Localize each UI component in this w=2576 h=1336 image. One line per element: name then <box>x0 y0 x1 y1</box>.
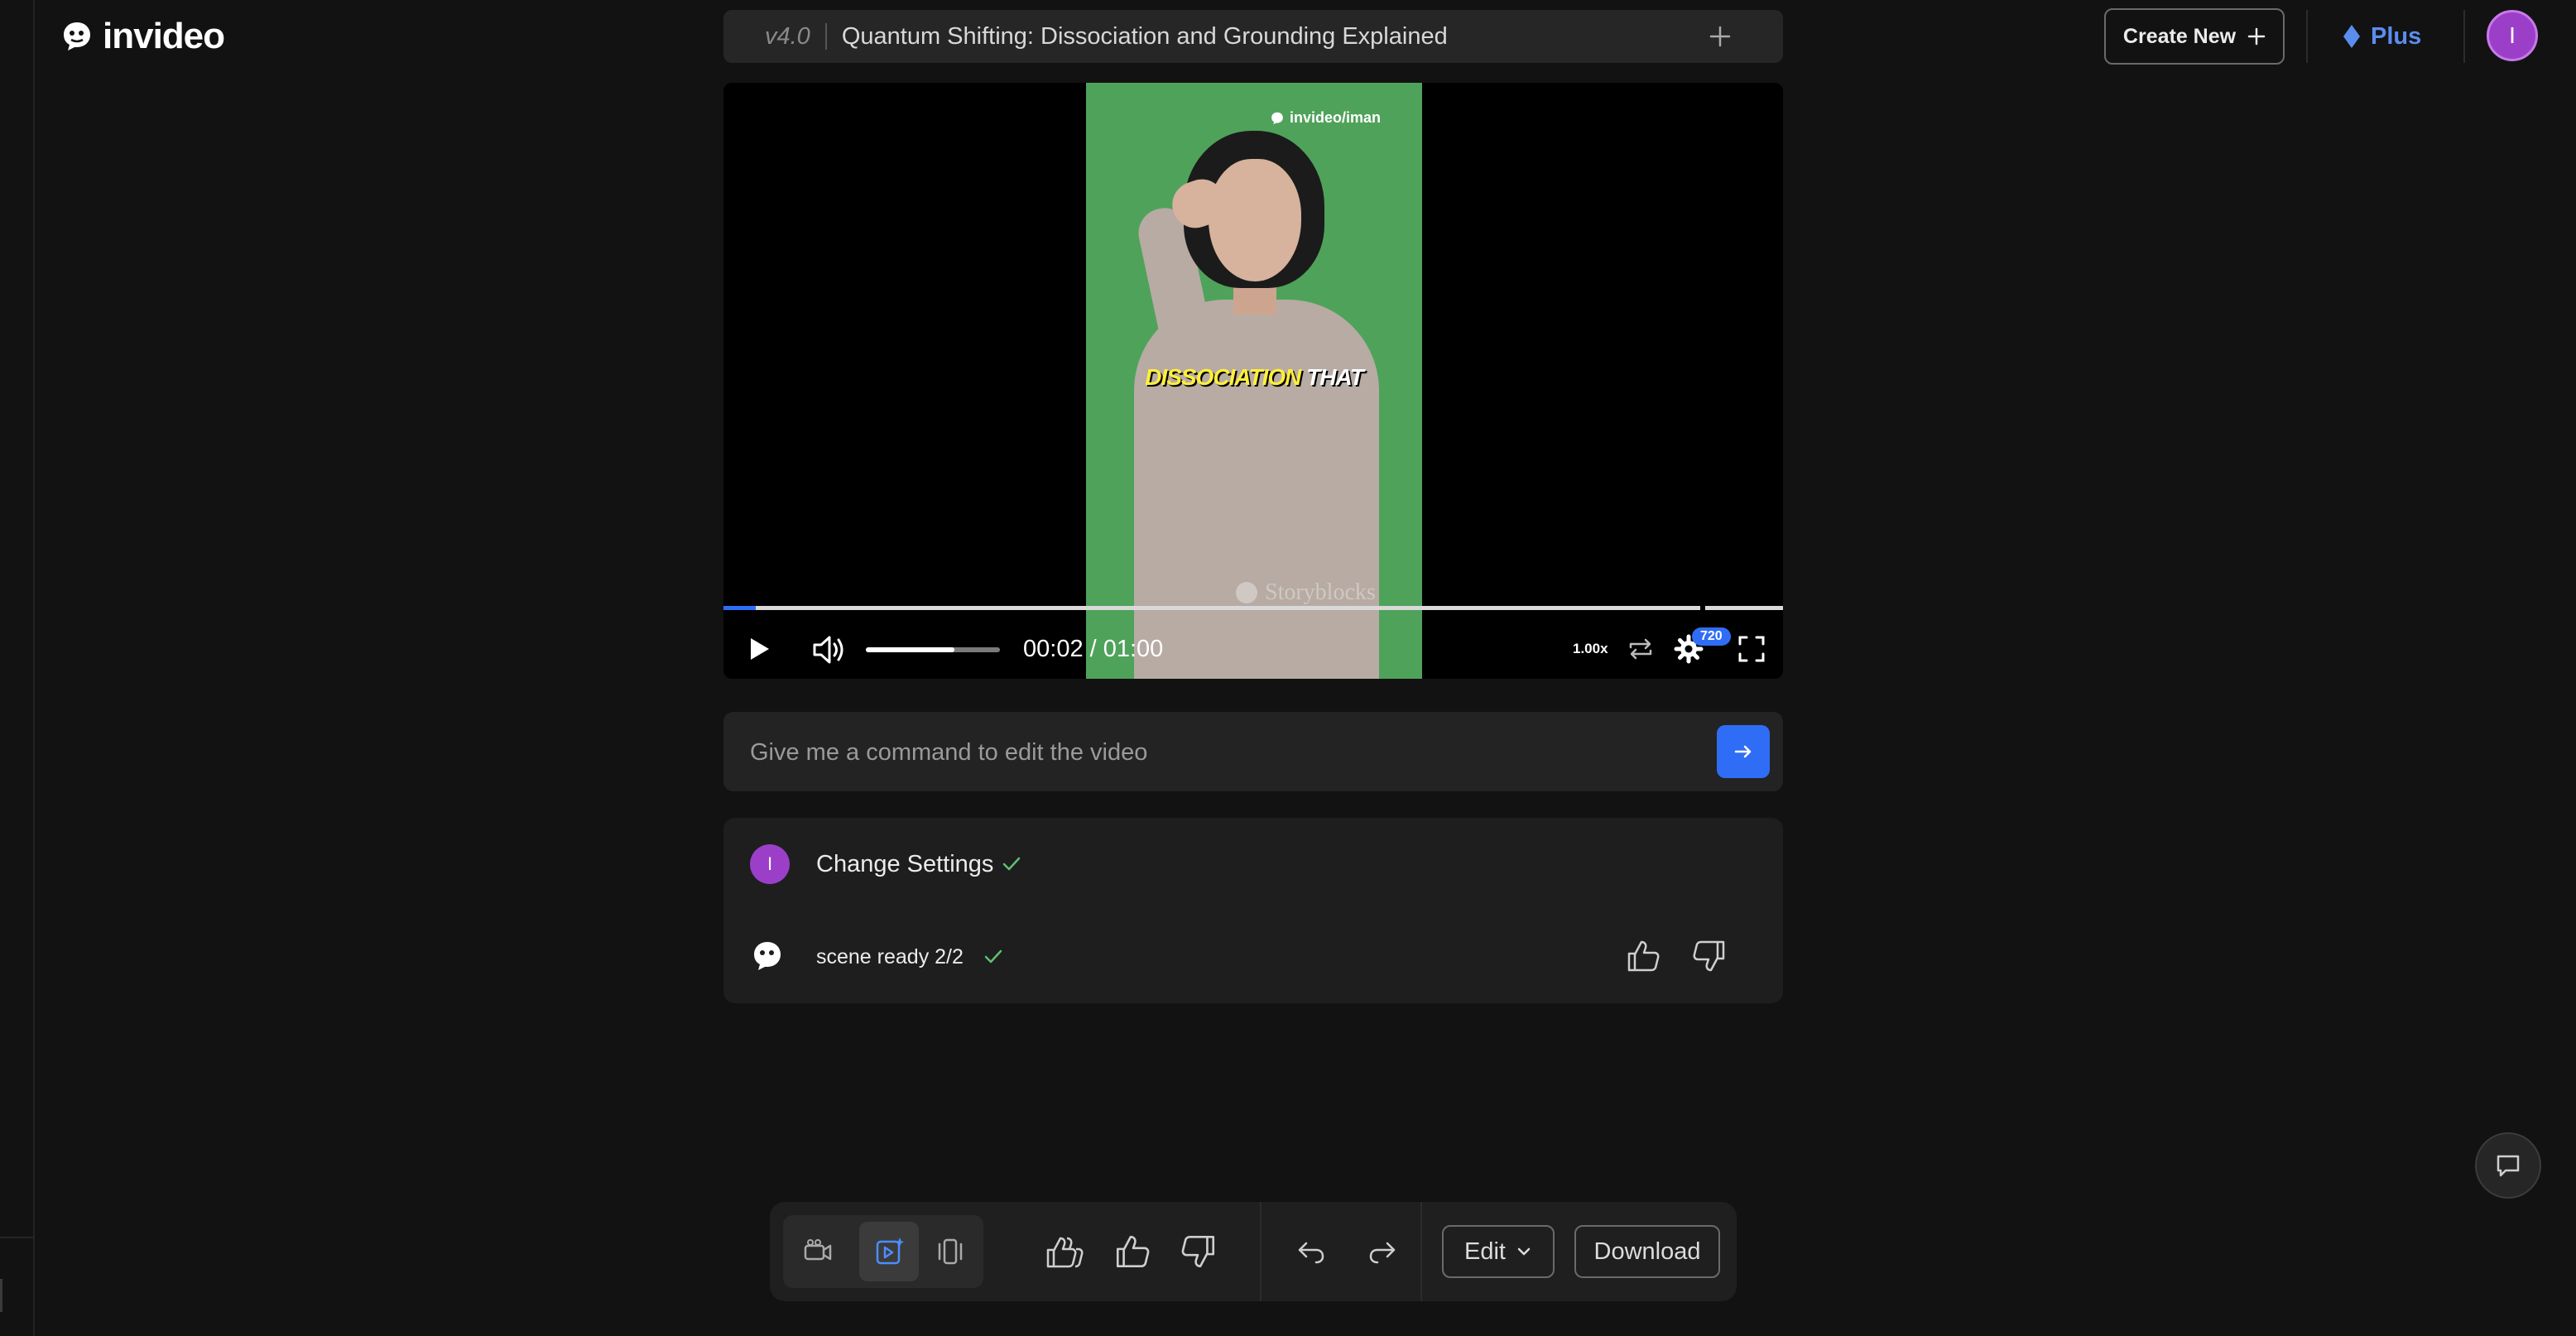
create-new-label: Create New <box>2122 24 2237 48</box>
project-title-bar: v4.0 Quantum Shifting: Dissociation and … <box>723 10 1783 63</box>
vertical-video-icon[interactable] <box>927 1228 973 1275</box>
edit-label: Edit <box>1464 1237 1506 1265</box>
toolbar-divider <box>1420 1202 1422 1301</box>
playback-speed-button[interactable]: 1.00x <box>1573 637 1608 661</box>
invideo-mini-icon <box>1270 111 1285 126</box>
left-rail <box>0 0 35 1336</box>
video-watermark-top: invideo/iman <box>1270 109 1381 127</box>
progress-bar[interactable] <box>723 606 1700 610</box>
arrow-right-icon <box>1733 741 1754 762</box>
volume-icon[interactable] <box>810 631 848 669</box>
download-button[interactable]: Download <box>1574 1225 1720 1278</box>
quality-badge: 720 <box>1692 627 1731 646</box>
video-camera-icon[interactable] <box>795 1228 841 1275</box>
volume-slider[interactable] <box>866 647 1000 652</box>
caption-highlight: DISSOCIATION <box>1145 364 1301 390</box>
video-player[interactable]: invideo/iman DISSOCIATION THAT Storybloc… <box>723 83 1783 679</box>
chevron-down-icon <box>1516 1243 1532 1260</box>
plus-icon <box>2247 27 2266 46</box>
storyblocks-icon <box>1235 581 1258 604</box>
app-logo[interactable]: invideo <box>60 15 225 58</box>
progress-fill <box>723 606 756 610</box>
bottom-toolbar: Edit Download <box>770 1202 1737 1301</box>
watermark-top-text: invideo/iman <box>1290 109 1382 126</box>
app-name: invideo <box>103 16 225 56</box>
video-caption: DISSOCIATION THAT <box>1086 364 1422 391</box>
thumbs-up-icon[interactable] <box>1113 1232 1152 1271</box>
change-settings-label: Change Settings <box>816 851 994 877</box>
redo-icon[interactable] <box>1362 1232 1402 1271</box>
thumbs-up-icon[interactable] <box>1624 937 1662 975</box>
player-controls: 00:02 / 01:00 1.00x 720 <box>723 621 1783 679</box>
video-frame: invideo/iman DISSOCIATION THAT Storybloc… <box>1086 83 1422 679</box>
activity-card: I Change Settings scene ready 2/2 <box>723 818 1783 1003</box>
video-watermark-bottom: Storyblocks <box>1235 579 1376 606</box>
toolbar-divider <box>1260 1202 1262 1301</box>
caption-rest: THAT <box>1306 364 1364 390</box>
undo-icon[interactable] <box>1291 1232 1331 1271</box>
project-title[interactable]: Quantum Shifting: Dissociation and Groun… <box>842 23 1704 50</box>
topbar-divider <box>2306 10 2308 63</box>
thumbs-down-icon[interactable] <box>1690 937 1728 975</box>
chat-button[interactable] <box>2475 1132 2541 1199</box>
command-box <box>723 712 1783 791</box>
invideo-bot-icon <box>750 939 785 973</box>
chat-bubble-icon <box>2494 1151 2522 1180</box>
add-icon[interactable] <box>1704 20 1737 53</box>
video-person-face <box>1209 159 1301 281</box>
diamond-icon <box>2343 24 2361 49</box>
send-button[interactable] <box>1717 725 1770 778</box>
loop-icon[interactable] <box>1624 632 1657 666</box>
time-display: 00:02 / 01:00 <box>1023 636 1164 662</box>
command-input[interactable] <box>748 732 1604 773</box>
edit-dropdown-button[interactable]: Edit <box>1442 1225 1555 1278</box>
plan-label: Plus <box>2371 22 2422 50</box>
fullscreen-icon[interactable] <box>1735 632 1768 666</box>
watermark-bottom-text: Storyblocks <box>1265 579 1376 605</box>
double-thumbs-up-icon[interactable] <box>1045 1232 1088 1275</box>
checkmark-icon <box>982 945 1005 968</box>
create-new-button[interactable]: Create New <box>2104 8 2285 65</box>
left-rail-handle[interactable] <box>0 1279 2 1312</box>
activity-user-avatar: I <box>750 844 790 884</box>
title-divider <box>824 23 827 50</box>
user-avatar[interactable]: I <box>2487 10 2538 61</box>
checkmark-icon <box>1000 853 1023 876</box>
play-icon[interactable] <box>742 632 775 666</box>
scene-ready-label: scene ready 2/2 <box>816 945 964 968</box>
progress-buffer <box>1705 606 1783 610</box>
thumbs-down-icon[interactable] <box>1179 1232 1218 1271</box>
ai-edit-icon[interactable] <box>859 1222 919 1281</box>
plan-badge[interactable]: Plus <box>2343 15 2421 58</box>
topbar-divider <box>2463 10 2465 63</box>
left-rail-divider <box>0 1237 33 1238</box>
version-label: v4.0 <box>765 22 810 50</box>
volume-fill <box>866 647 954 652</box>
mode-switcher <box>783 1215 983 1288</box>
invideo-logo-icon <box>60 19 94 54</box>
